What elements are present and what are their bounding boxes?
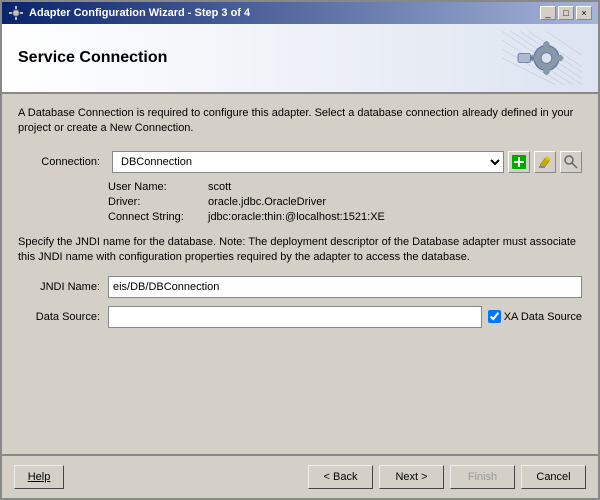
header-section: Service Connection [2, 24, 598, 94]
footer: Help < Back Next > Finish Cancel [2, 454, 598, 498]
connection-select[interactable]: DBConnection [112, 151, 504, 173]
maximize-button[interactable]: □ [558, 6, 574, 20]
next-button[interactable]: Next > [379, 465, 444, 489]
datasource-input-area: XA Data Source [108, 306, 582, 328]
window-title: Adapter Configuration Wizard - Step 3 of… [29, 7, 250, 19]
window: Adapter Configuration Wizard - Step 3 of… [0, 0, 600, 500]
description-text: A Database Connection is required to con… [18, 106, 582, 137]
driver-value: oracle.jdbc.OracleDriver [208, 196, 326, 208]
username-row: User Name: scott [108, 181, 582, 193]
connect-string-label: Connect String: [108, 211, 208, 223]
connection-info: User Name: scott Driver: oracle.jdbc.Ora… [108, 181, 582, 223]
connect-string-value: jdbc:oracle:thin:@localhost:1521:XE [208, 211, 385, 223]
driver-label: Driver: [108, 196, 208, 208]
header-decoration [502, 28, 582, 88]
edit-connection-button[interactable] [534, 151, 556, 173]
datasource-label: Data Source: [18, 311, 108, 323]
connection-label: Connection: [18, 156, 108, 168]
datasource-input[interactable] [108, 306, 482, 328]
back-button[interactable]: < Back [308, 465, 373, 489]
edit-icon [538, 155, 552, 169]
xa-datasource-text: XA Data Source [504, 311, 582, 323]
username-label: User Name: [108, 181, 208, 193]
driver-row: Driver: oracle.jdbc.OracleDriver [108, 196, 582, 208]
window-icon [8, 5, 24, 21]
header-title: Service Connection [18, 49, 167, 67]
search-connection-button[interactable] [560, 151, 582, 173]
connect-string-row: Connect String: jdbc:oracle:thin:@localh… [108, 211, 582, 223]
help-button[interactable]: Help [14, 465, 64, 489]
footer-nav-buttons: < Back Next > Finish Cancel [308, 465, 586, 489]
cancel-button[interactable]: Cancel [521, 465, 586, 489]
main-body: A Database Connection is required to con… [2, 94, 598, 454]
add-connection-button[interactable] [508, 151, 530, 173]
jndi-description: Specify the JNDI name for the database. … [18, 235, 582, 266]
header-icon-area [502, 31, 582, 86]
title-bar-buttons: _ □ × [540, 6, 592, 20]
add-icon [512, 155, 526, 169]
datasource-row: Data Source: XA Data Source [18, 306, 582, 328]
xa-datasource-checkbox[interactable] [488, 310, 501, 323]
jndi-name-row: JNDI Name: [18, 276, 582, 298]
username-value: scott [208, 181, 231, 193]
finish-button[interactable]: Finish [450, 465, 515, 489]
search-icon [564, 155, 578, 169]
xa-datasource-label[interactable]: XA Data Source [488, 310, 582, 323]
jndi-name-input[interactable] [108, 276, 582, 298]
minimize-button[interactable]: _ [540, 6, 556, 20]
close-button[interactable]: × [576, 6, 592, 20]
jndi-name-label: JNDI Name: [18, 281, 108, 293]
connection-row: Connection: DBConnection [18, 151, 582, 173]
title-bar-left: Adapter Configuration Wizard - Step 3 of… [8, 5, 250, 21]
title-bar: Adapter Configuration Wizard - Step 3 of… [2, 2, 598, 24]
